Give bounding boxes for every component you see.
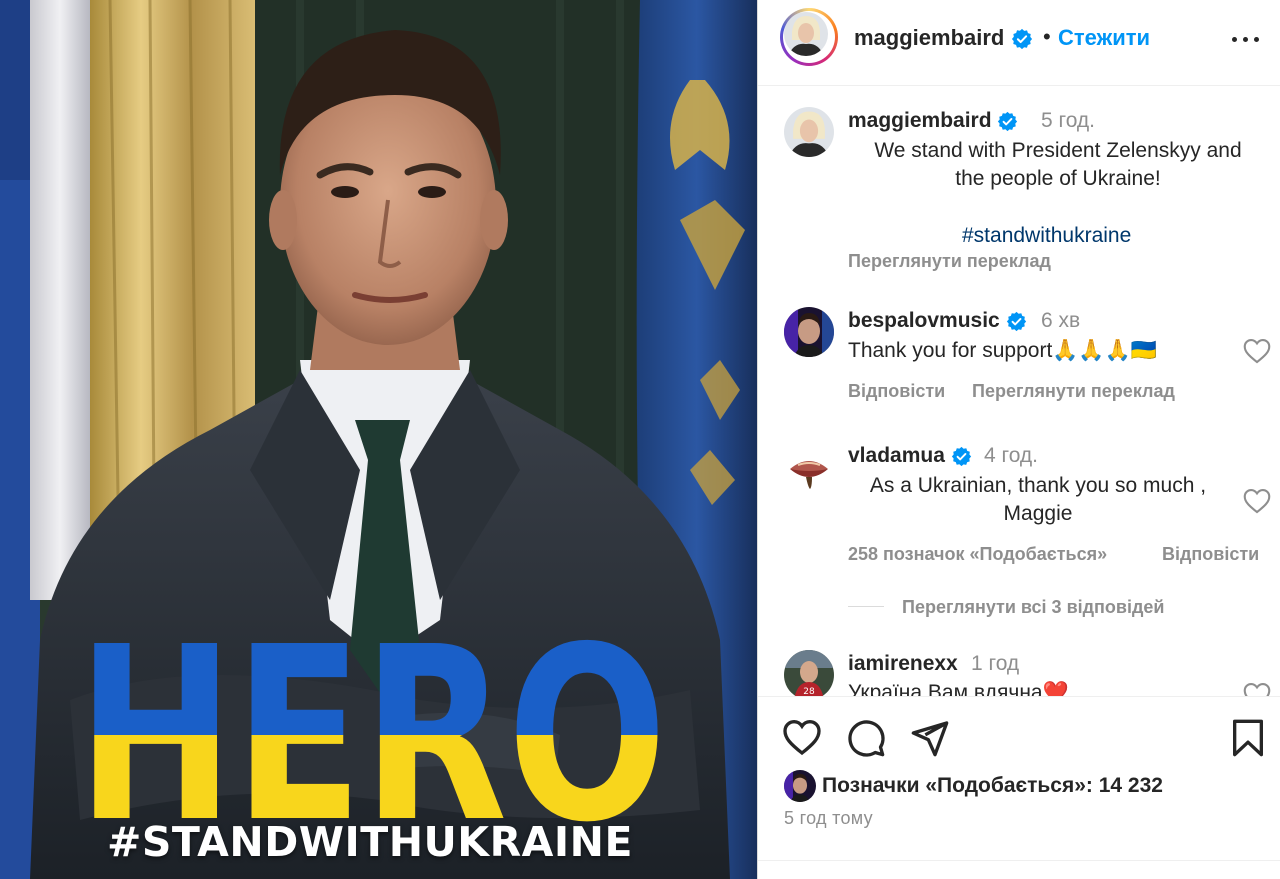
comment-time: 1 год [971,652,1020,675]
story-ring[interactable] [780,8,838,66]
header-username[interactable]: maggiembaird [854,25,1033,51]
view-replies-link[interactable]: Переглянути всі 3 відповідей [902,597,1165,618]
comment-text: As a Ukrainian, thank you so much , Magg… [869,474,1207,525]
verified-badge-icon [1006,311,1026,332]
avatar [784,12,828,56]
caption-username[interactable]: maggiembaird [848,109,1018,133]
post-sidebar: maggiembaird • Стежити maggiembaird 5 го… [757,0,1280,879]
caption-translate-link[interactable]: Переглянути переклад [848,251,1051,272]
send-icon[interactable] [910,718,950,758]
caption-avatar[interactable] [784,107,834,157]
caption-text: We stand with President Zelenskyy and th… [874,139,1242,190]
comment-time: 6 хв [1041,309,1081,332]
comment-username[interactable]: vladamua [848,444,972,468]
hero-text-graphic: HERO [77,632,667,828]
follow-button[interactable]: Стежити [1058,25,1150,51]
comment-username[interactable]: bespalovmusic [848,309,1027,333]
bookmark-icon[interactable] [1228,718,1268,758]
comment-avatar[interactable] [784,443,834,493]
replies-divider [848,606,884,607]
verified-badge-icon [1011,29,1032,50]
comment-avatar[interactable] [784,307,834,357]
comment-avatar[interactable]: 28 [784,650,834,697]
caption-hashtag[interactable]: #standwithukraine [962,224,1131,248]
separator-dot: • [1043,24,1051,49]
reply-link[interactable]: Відповісти [1162,544,1259,565]
translate-link[interactable]: Переглянути переклад [972,381,1175,402]
comment-likes-count[interactable]: 258 позначок «Подобається» [848,544,1107,565]
comment-like-heart-icon[interactable] [1243,338,1271,364]
actions-divider [758,696,1280,697]
post-image[interactable]: HERO #STANDWITHUKRAINE [0,0,757,879]
likes-count[interactable]: Позначки «Подобається»: 14 232 [822,774,1163,798]
hero-word: HERO [77,632,667,828]
post-header: maggiembaird • Стежити [758,0,1280,86]
verified-badge-icon [998,111,1018,132]
comment-icon[interactable] [846,718,886,758]
comments-list[interactable]: maggiembaird 5 год. We stand with Presid… [758,87,1280,697]
comment-like-heart-icon[interactable] [1243,682,1271,697]
post-timestamp: 5 год тому [784,808,873,828]
add-comment-area[interactable] [758,860,1280,879]
more-horizontal-icon[interactable] [1226,24,1266,54]
comment-text: Україна Вам вдячна❤️ [848,681,1069,697]
hashtag-overlay-text: #STANDWITHUKRAINE [107,818,633,866]
comment-text: Thank you for support🙏🙏🙏🇺🇦 [848,339,1157,362]
comment-username[interactable]: iamirenexx [848,652,958,676]
verified-badge-icon [951,446,971,467]
comment-like-heart-icon[interactable] [1243,488,1271,514]
reply-link[interactable]: Відповісти [848,381,945,402]
caption-time: 5 год. [1041,109,1096,132]
liker-avatar[interactable] [784,770,816,802]
comment-time: 4 год. [984,444,1039,467]
heart-icon[interactable] [782,718,822,758]
